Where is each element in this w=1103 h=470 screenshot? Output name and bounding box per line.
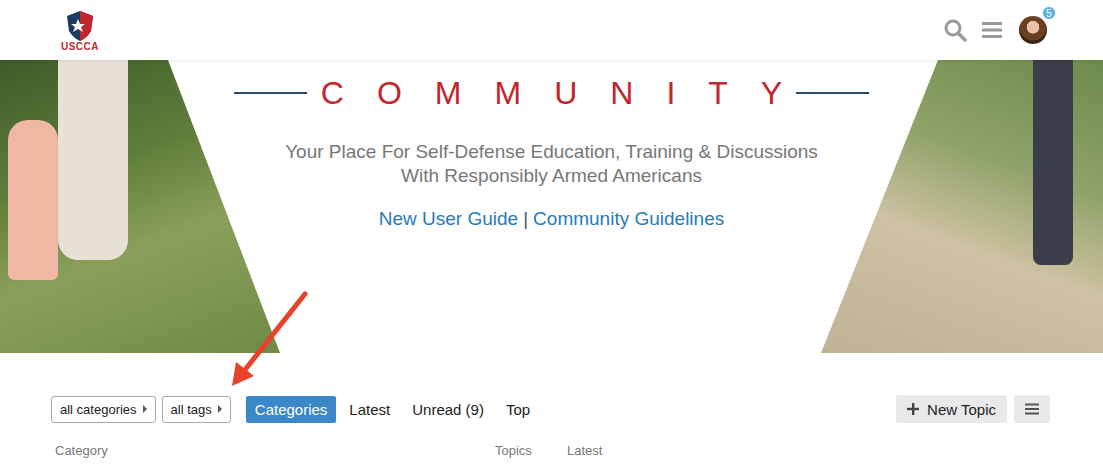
avatar-icon [1019,16,1047,44]
navigation-bar: all categories all tags CategoriesLatestU… [0,395,1103,423]
hero-link[interactable]: Community Guidelines [533,207,724,231]
filter-dropdown[interactable]: all tags [162,396,231,423]
column-header: Category [55,443,495,458]
nav-tab[interactable]: Categories [246,396,337,423]
hero-link[interactable]: New User Guide [379,207,518,231]
user-avatar[interactable]: 5 [1019,16,1047,44]
column-header: Latest [567,443,1048,458]
plus-icon [907,403,919,415]
column-header: Topics [495,443,567,458]
table-header: CategoryTopicsLatest [0,443,1103,458]
menu-icon [1025,403,1039,415]
new-topic-button[interactable]: New Topic [896,395,1007,423]
caret-icon [218,405,222,413]
caret-icon [143,405,147,413]
nav-tab[interactable]: Top [497,396,539,423]
notification-badge: 5 [1042,6,1056,20]
link-separator: | [523,207,528,231]
annotation-arrow-icon [0,0,1103,470]
hero-banner: COMMUNITY Your Place For Self-Defense Ed… [0,60,1103,353]
subtitle-line: Your Place For Self-Defense Education, T… [285,140,818,164]
top-bar: USCCA 5 [0,0,1103,60]
hero-title: COMMUNITY [321,73,815,113]
options-button[interactable] [1014,395,1050,423]
logo-text: USCCA [61,41,99,52]
search-icon[interactable] [943,18,967,42]
uscca-logo[interactable]: USCCA [58,9,102,52]
left-photo [0,60,290,353]
new-topic-label: New Topic [927,401,996,418]
nav-tab[interactable]: Unread (9) [403,396,493,423]
filter-label: all tags [171,402,212,417]
menu-icon[interactable] [981,20,1003,40]
shield-icon [63,9,97,43]
nav-tab[interactable]: Latest [340,396,399,423]
filter-label: all categories [60,402,137,417]
subtitle-line: With Responsibly Armed Americans [285,164,818,188]
filter-dropdown[interactable]: all categories [51,396,156,423]
right-photo [813,60,1103,353]
